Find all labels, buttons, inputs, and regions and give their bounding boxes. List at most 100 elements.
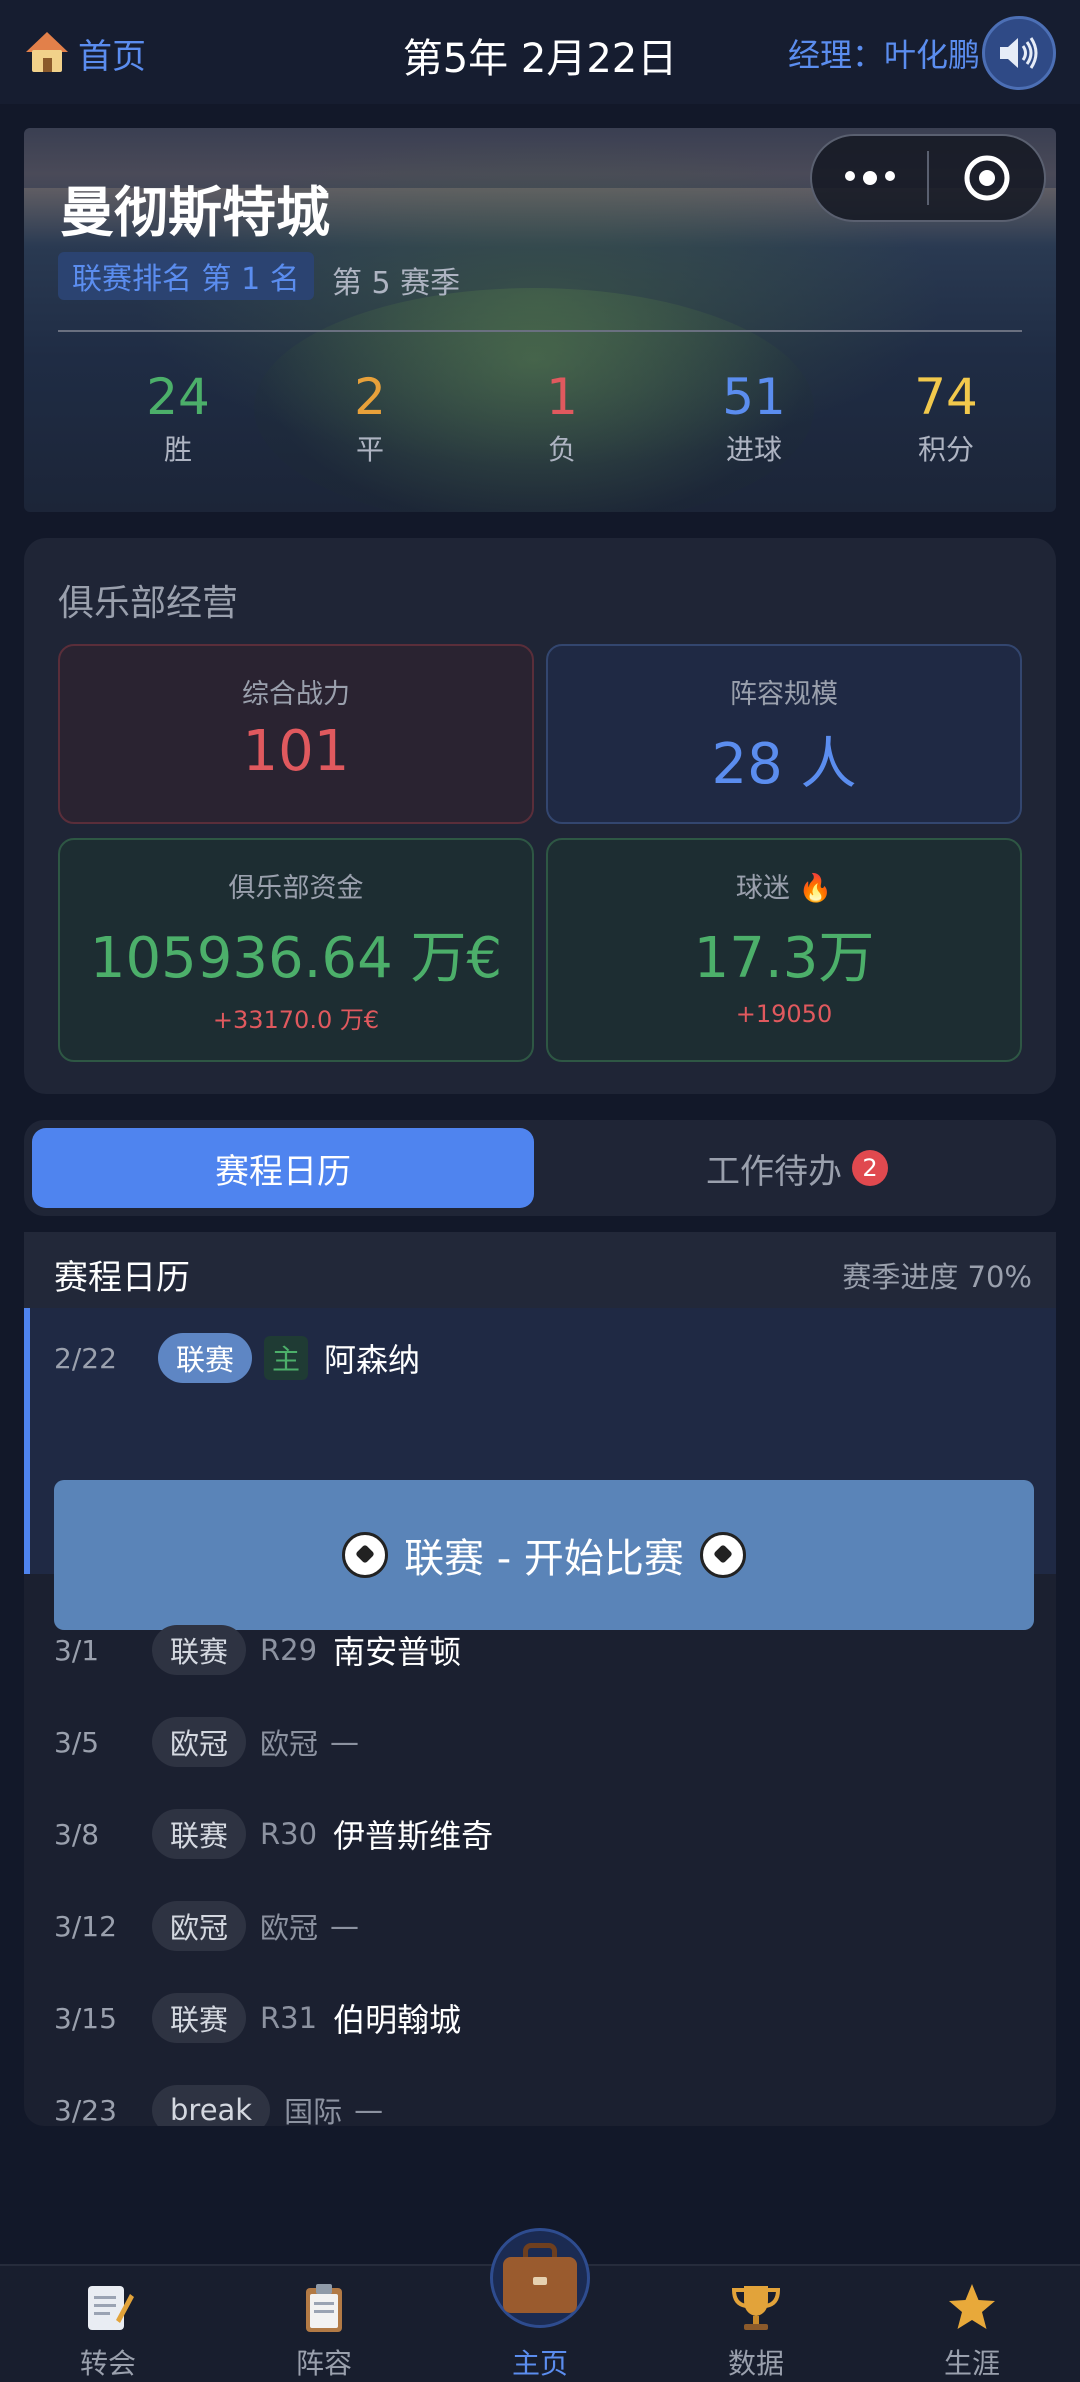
stat-goals: 51 进球 [664, 368, 844, 468]
soccer-ball-icon [699, 1532, 746, 1578]
tile-change: +33170.0 万€ [212, 1006, 380, 1034]
stat-losses: 1 负 [472, 368, 652, 468]
tile-label: 球迷 🔥 [735, 873, 833, 904]
opponent-name: — [330, 1909, 360, 1943]
team-name: 曼彻斯特城 [60, 181, 330, 244]
competition-pill: 联赛 [152, 1809, 247, 1859]
tile-change: +19050 [735, 1000, 833, 1028]
competition-pill: 联赛 [158, 1333, 253, 1383]
fixture-date: 3/1 [54, 1633, 100, 1667]
opponent-name: 伊普斯维奇 [333, 1817, 494, 1855]
home-venue-tag: 主 [264, 1336, 309, 1380]
close-miniprogram-button[interactable] [929, 153, 1044, 203]
section-title: 俱乐部经营 [58, 583, 239, 624]
house-icon [26, 32, 68, 74]
fixture-date: 3/8 [54, 1817, 100, 1851]
tile-value: 101 [242, 719, 350, 784]
stat-label: 进球 [725, 433, 782, 466]
round-label: R31 [260, 2001, 318, 2035]
sound-toggle[interactable] [982, 16, 1056, 90]
tab-label: 工作待办 [706, 1151, 842, 1192]
start-match-button[interactable]: 联赛 - 开始比赛 [54, 1480, 1034, 1630]
stat-label: 平 [355, 433, 384, 466]
stat-label: 胜 [163, 433, 192, 466]
star-icon [944, 2280, 1000, 2336]
fixture-row[interactable]: 3/23 break 国际 — [24, 2080, 1056, 2126]
schedule-panel: 赛程日历 赛季进度 70% 2/22 联赛 主 阿森纳 联赛 - 开始比赛 3/… [24, 1232, 1056, 2126]
stat-value: 74 [914, 368, 978, 426]
stat-points: 74 积分 [856, 368, 1036, 468]
fixture-row[interactable]: 3/15 联赛 R31 伯明翰城 [24, 1988, 1056, 2048]
soccer-ball-icon [342, 1532, 389, 1578]
tile-value: 17.3万 [693, 926, 875, 991]
tab-schedule[interactable]: 赛程日历 [32, 1128, 534, 1208]
nav-label: 阵容 [295, 2347, 352, 2380]
section-tabs: 赛程日历 工作待办 2 [24, 1120, 1056, 1216]
schedule-header: 赛程日历 赛季进度 70% [24, 1232, 1056, 1308]
game-date: 第5年 2月22日 [402, 36, 678, 82]
stat-label: 积分 [917, 433, 974, 466]
competition-pill: 联赛 [152, 1993, 247, 2043]
speaker-icon [1000, 37, 1038, 69]
current-fixture: 2/22 联赛 主 阿森纳 联赛 - 开始比赛 [24, 1308, 1056, 1630]
clipboard-icon [296, 2280, 352, 2336]
fixture-date: 2/22 [54, 1341, 117, 1375]
divider [58, 330, 1022, 332]
fixture-row[interactable]: 3/5 欧冠 欧冠 — [24, 1712, 1056, 1772]
nav-label: 主页 [511, 2347, 568, 2380]
fixture-row[interactable]: 3/12 欧冠 欧冠 — [24, 1896, 1056, 1956]
nav-label: 生涯 [943, 2347, 1000, 2380]
trophy-icon [728, 2280, 784, 2336]
briefcase-icon[interactable] [490, 2228, 590, 2328]
tile-value: 28 人 [711, 732, 857, 797]
home-link[interactable]: 首页 [26, 26, 146, 80]
target-icon [964, 155, 1009, 201]
stat-label: 负 [547, 433, 576, 466]
league-rank-badge: 联赛排名 第 1 名 [58, 252, 314, 300]
fixture-row[interactable]: 3/1 联赛 R29 南安普顿 [24, 1620, 1056, 1680]
round-label: 国际 [284, 2095, 343, 2126]
fixture-date: 3/5 [54, 1725, 100, 1759]
team-hero-card: 曼彻斯特城 联赛排名 第 1 名 第 5 赛季 24 胜 2 平 1 负 51 … [24, 128, 1056, 512]
club-management-panel: 俱乐部经营 综合战力 101 阵容规模 28 人 俱乐部资金 105936.64… [24, 538, 1056, 1094]
stat-draws: 2 平 [280, 368, 460, 468]
manager-name[interactable]: 经理：叶化鹏 [740, 30, 980, 76]
nav-career[interactable]: 生涯 [864, 2266, 1080, 2382]
competition-pill: break [152, 2085, 271, 2126]
fans-tile[interactable]: 球迷 🔥 17.3万 +19050 [546, 838, 1022, 1062]
opponent-name: 南安普顿 [333, 1633, 462, 1671]
tab-tasks[interactable]: 工作待办 2 [546, 1128, 1048, 1208]
round-label: R29 [260, 1633, 318, 1667]
round-label: R30 [260, 1817, 318, 1851]
fixture-date: 3/12 [54, 1909, 117, 1943]
tasks-count-badge: 2 [852, 1150, 888, 1186]
nav-data[interactable]: 数据 [648, 2266, 864, 2382]
memo-icon [80, 2280, 136, 2336]
more-button[interactable] [812, 171, 927, 185]
current-fixture-row[interactable]: 2/22 联赛 主 阿森纳 [30, 1328, 1056, 1388]
competition-pill: 联赛 [152, 1625, 247, 1675]
nav-label: 转会 [79, 2347, 136, 2380]
nav-transfer[interactable]: 转会 [0, 2266, 216, 2382]
fixture-date: 3/23 [54, 2093, 117, 2127]
opponent-name: — [330, 1725, 360, 1759]
fixture-row[interactable]: 3/8 联赛 R30 伊普斯维奇 [24, 1804, 1056, 1864]
overall-power-tile[interactable]: 综合战力 101 [58, 644, 534, 824]
round-label: 欧冠 [260, 1911, 319, 1945]
season-progress: 赛季进度 70% [842, 1260, 1032, 1294]
tile-label: 俱乐部资金 [228, 873, 364, 904]
stat-wins: 24 胜 [88, 368, 268, 468]
stat-value: 24 [146, 368, 210, 426]
club-funds-tile[interactable]: 俱乐部资金 105936.64 万€ +33170.0 万€ [58, 838, 534, 1062]
nav-label: 数据 [727, 2347, 784, 2380]
nav-squad[interactable]: 阵容 [216, 2266, 432, 2382]
season-label: 第 5 赛季 [332, 266, 461, 301]
opponent-name: 伯明翰城 [333, 2001, 462, 2039]
mini-program-capsule [810, 134, 1046, 222]
fixture-date: 3/15 [54, 2001, 117, 2035]
stat-value: 1 [546, 368, 578, 426]
opponent-name: — [354, 2093, 384, 2126]
squad-size-tile[interactable]: 阵容规模 28 人 [546, 644, 1022, 824]
home-label: 首页 [78, 36, 146, 77]
tile-label: 阵容规模 [730, 679, 838, 710]
